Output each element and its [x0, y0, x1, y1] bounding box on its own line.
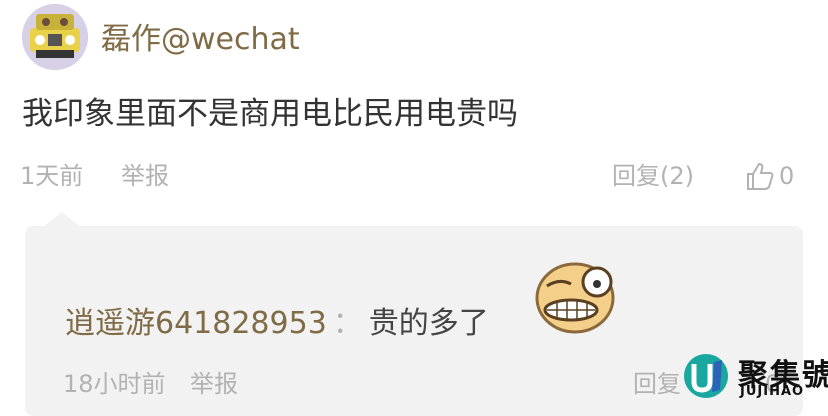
reply-username[interactable]: 逍遥游641828953: [65, 306, 327, 341]
reply-reply-button[interactable]: 回复: [633, 368, 681, 400]
watermark-subtitle: JUJIHAO: [740, 384, 805, 399]
comment-reply-button[interactable]: 回复(2): [612, 160, 694, 192]
reply-item: 逍遥游641828953：贵的多了: [65, 304, 489, 344]
thumbs-up-icon: [747, 162, 774, 190]
reply-separator: ：: [332, 306, 363, 341]
avatar[interactable]: [22, 4, 88, 70]
reply-report-link[interactable]: 举报: [190, 368, 238, 400]
comment-username[interactable]: 磊作@wechat: [101, 22, 300, 58]
comment-like-count: 0: [779, 162, 795, 190]
comment-report-link[interactable]: 举报: [121, 160, 169, 192]
reply-text: 贵的多了: [368, 306, 489, 341]
comment-like-button[interactable]: 0: [745, 160, 794, 192]
watermark: 聚集號 JUJIHAO: [680, 350, 828, 401]
reply-time: 18小时前: [63, 370, 166, 398]
grin-emoji-icon: [535, 262, 615, 334]
comment-time: 1天前: [20, 162, 84, 190]
watermark-logo-icon: [684, 354, 728, 398]
comment-text: 我印象里面不是商用电比民用电贵吗: [22, 96, 518, 132]
jeep-avatar-icon: [22, 4, 88, 70]
